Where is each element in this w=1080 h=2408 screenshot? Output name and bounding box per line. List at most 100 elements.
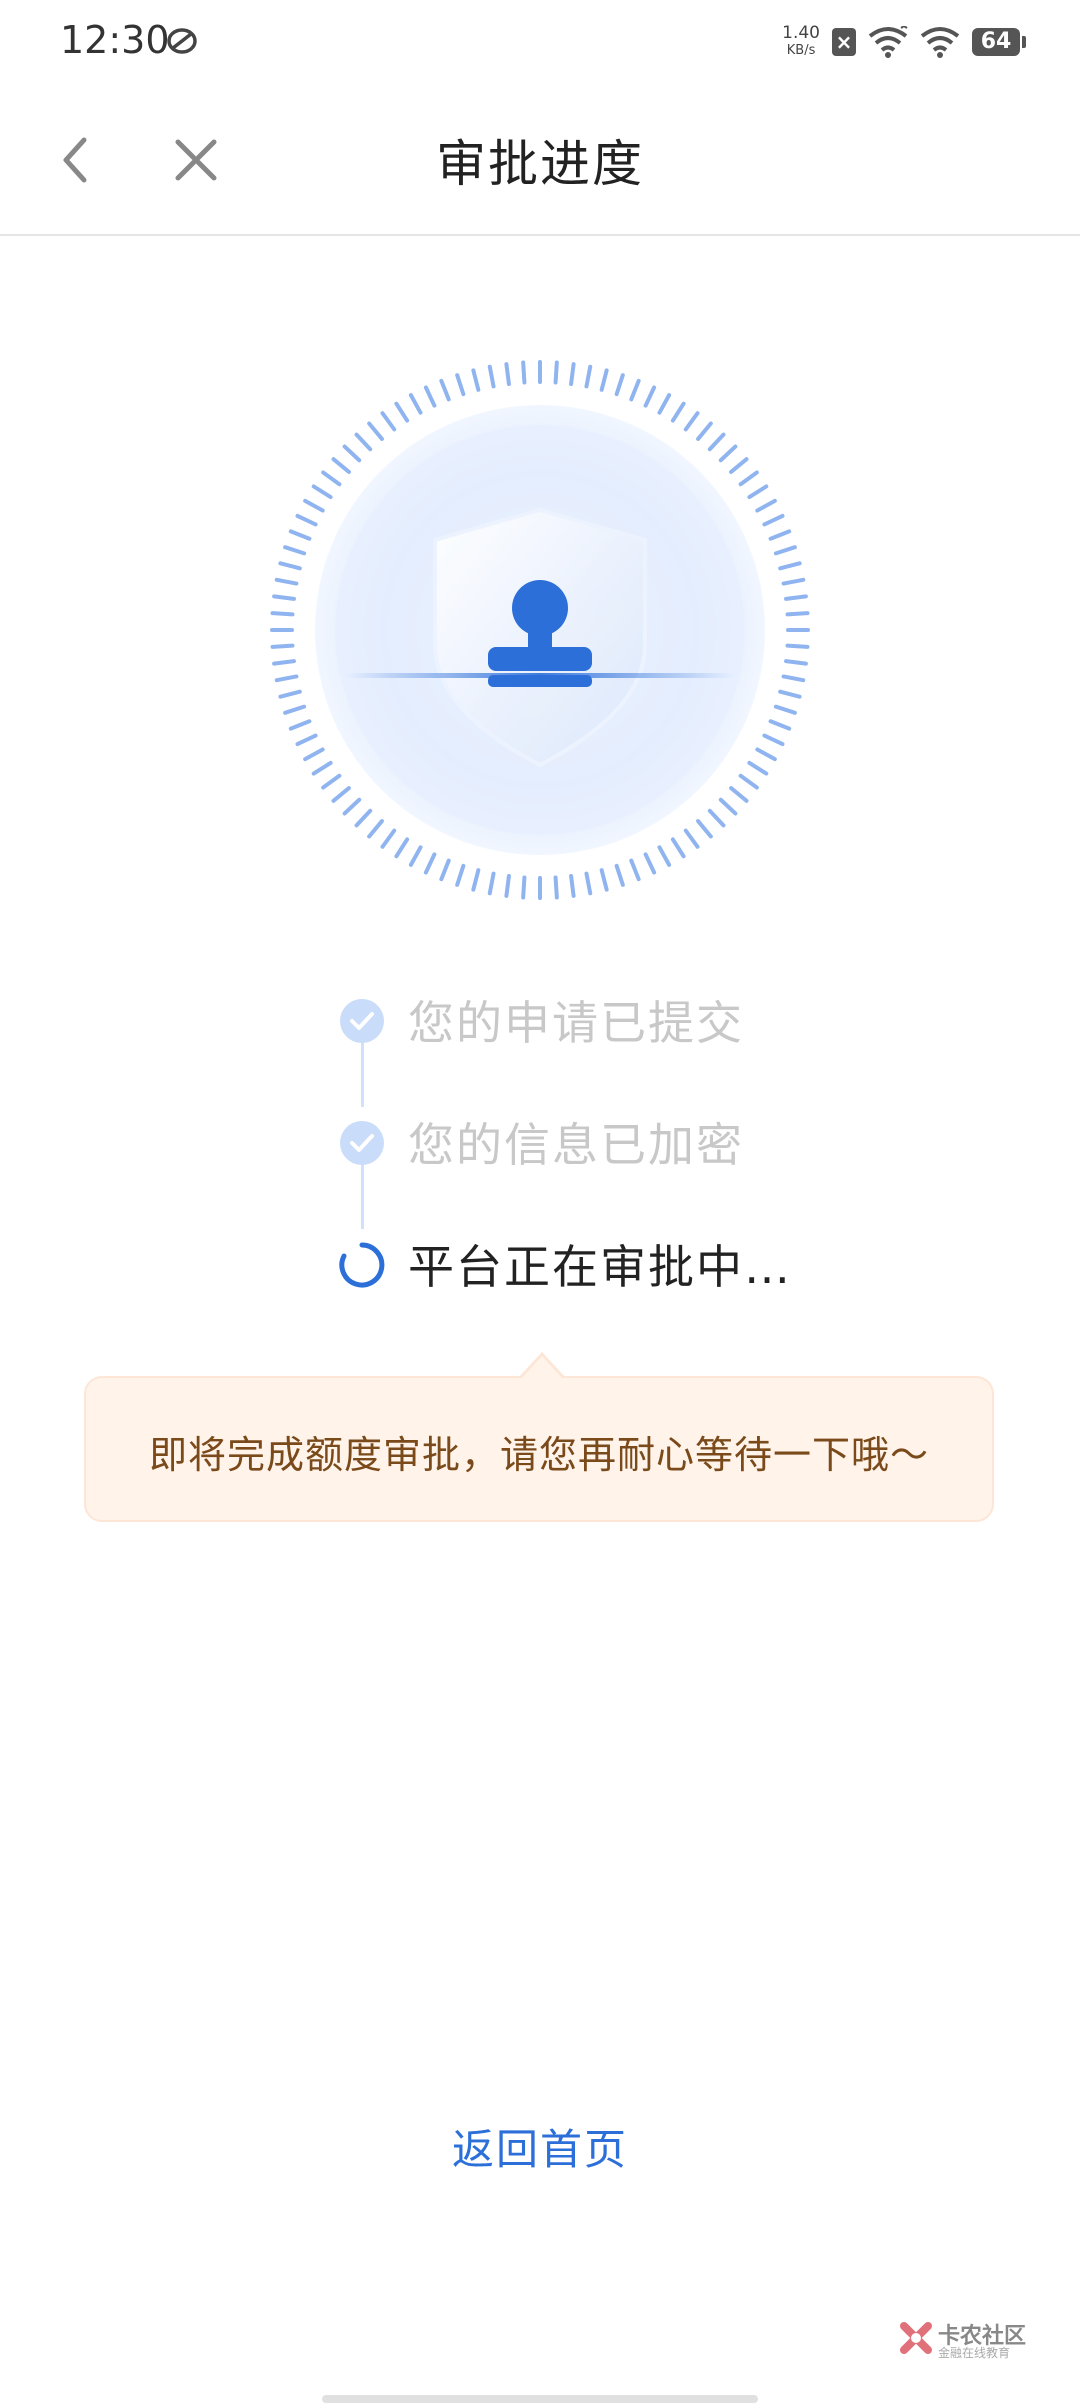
nav-bar: 审批进度 (0, 84, 1080, 236)
ring-tick (342, 797, 362, 816)
ring-tick (288, 529, 312, 541)
ring-tick (747, 484, 769, 500)
ring-tick (755, 747, 777, 762)
ring-tick (584, 871, 593, 896)
ring-tick (283, 704, 307, 715)
ring-tick (455, 373, 466, 397)
ring-tick (311, 760, 333, 776)
status-indicators: 1.40 KB/s × 64 (782, 20, 1026, 64)
ring-tick (785, 611, 810, 617)
ring-tick (584, 364, 593, 389)
ring-tick (423, 385, 437, 408)
ring-tick (683, 828, 700, 849)
wifi-icon (920, 27, 960, 58)
ring-tick (738, 470, 759, 487)
ring-tick (707, 808, 726, 828)
ring-tick (455, 863, 466, 887)
page-title: 审批进度 (436, 135, 644, 193)
battery-level: 64 (980, 29, 1012, 54)
ring-tick (504, 362, 511, 386)
ring-tick (504, 874, 511, 898)
ring-tick (657, 393, 672, 415)
ring-tick (394, 401, 410, 423)
status-bar: 12:30 1.40 KB/s × 64 (0, 0, 1080, 84)
ring-tick (784, 594, 808, 601)
ring-tick (380, 828, 397, 849)
ring-tick (785, 643, 810, 649)
ring-tick (553, 875, 559, 900)
ring-tick (773, 704, 797, 715)
ring-tick (729, 786, 749, 803)
ring-tick (768, 719, 792, 731)
ring-tick (781, 674, 806, 683)
ring-tick (729, 457, 749, 474)
net-speed: 1.40 KB/s (782, 25, 820, 59)
step-label: 您的申请已提交 (408, 996, 744, 1050)
ring-tick (781, 577, 806, 586)
ring-tick (670, 837, 686, 859)
tip-text: 即将完成额度审批，请您再耐心等待一下哦～ (148, 1433, 929, 1477)
step-label: 您的信息已加密 (408, 1118, 744, 1172)
ring-tick (295, 513, 318, 527)
status-time: 12:30 (60, 18, 170, 62)
ring-tick (629, 858, 641, 882)
ring-tick (283, 545, 307, 556)
ring-tick (423, 852, 437, 875)
watermark-sub: 金融在线教育 (938, 2346, 1011, 2360)
ring-tick (768, 529, 792, 541)
ring-tick (696, 819, 713, 839)
ring-tick (311, 484, 333, 500)
ring-tick (696, 421, 713, 441)
ring-tick (778, 561, 802, 571)
ring-tick (643, 852, 657, 875)
step-label: 平台正在审批中… (408, 1240, 792, 1294)
sync-icon (167, 28, 197, 54)
ring-tick (274, 577, 299, 586)
net-speed-value: 1.40 (782, 23, 820, 43)
net-speed-unit: KB/s (786, 43, 816, 58)
battery-icon: 64 (972, 28, 1026, 56)
ring-tick (354, 432, 373, 452)
ring-tick (614, 373, 625, 397)
ring-tick (773, 545, 797, 556)
ring-tick (408, 845, 423, 867)
ring-tick (321, 470, 342, 487)
ring-tick (278, 561, 302, 571)
ring-tick (657, 845, 672, 867)
ring-tick (762, 733, 785, 747)
ring-tick (487, 364, 496, 389)
ring-tick (707, 432, 726, 452)
tip-bubble: 即将完成额度审批，请您再耐心等待一下哦～ (84, 1376, 994, 1522)
ring-tick (569, 874, 576, 898)
kanong-logo-icon (900, 2322, 932, 2354)
return-home-link[interactable]: 返回首页 (0, 2116, 1080, 2177)
shield-stamp-icon (270, 360, 810, 900)
ring-tick (303, 498, 325, 513)
ring-tick (762, 513, 785, 527)
ring-tick (569, 362, 576, 386)
ring-tick (331, 457, 351, 474)
ring-tick (272, 659, 296, 666)
ring-tick (274, 674, 299, 683)
ring-tick (643, 385, 657, 408)
ring-tick (487, 871, 496, 896)
ring-tick (521, 360, 527, 385)
ring-tick (599, 368, 609, 392)
wifi-signal-icon (868, 26, 908, 58)
ring-tick (471, 868, 481, 892)
ring-tick (380, 411, 397, 432)
ring-tick (778, 689, 802, 699)
ring-tick (354, 808, 373, 828)
ring-tick (683, 411, 700, 432)
ring-tick (321, 773, 342, 790)
ring-tick (278, 689, 302, 699)
ring-tick (553, 360, 559, 385)
ring-tick (288, 719, 312, 731)
ring-tick (439, 858, 451, 882)
ring-tick (670, 401, 686, 423)
ring-tick (295, 733, 318, 747)
ring-tick (367, 819, 384, 839)
gesture-bar[interactable] (322, 2395, 758, 2403)
ring-tick (755, 498, 777, 513)
ring-tick (331, 786, 351, 803)
